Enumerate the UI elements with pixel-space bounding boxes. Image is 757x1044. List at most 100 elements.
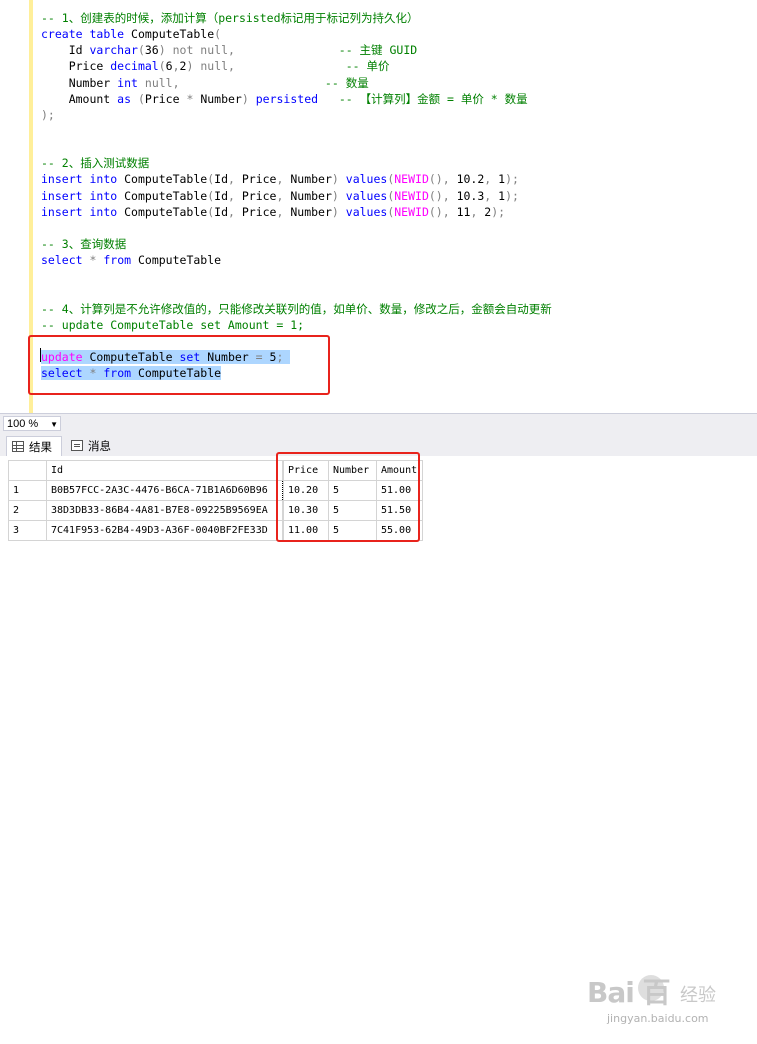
code-token: values — [345, 172, 388, 187]
code-token: -- 3、查询数据 — [41, 236, 127, 251]
code-token: ) — [241, 91, 249, 106]
code-token: table — [89, 27, 125, 42]
code-line[interactable]: insert into ComputeTable(Id, Price, Numb… — [41, 204, 552, 220]
code-line[interactable]: -- 3、查询数据 — [41, 236, 552, 252]
code-token: ); — [505, 172, 519, 187]
code-text: -- 2、插入测试数据 — [41, 156, 149, 170]
tab-results-label: 结果 — [29, 440, 52, 454]
query-editor[interactable]: -- 1、创建表的时候，添加计算（persisted标记用于标记列为持久化） cr… — [0, 0, 757, 413]
code-text: -- 3、查询数据 — [41, 237, 126, 251]
code-token: decimal — [110, 59, 159, 74]
code-token: Amount — [41, 91, 118, 106]
code-token: Price — [234, 172, 277, 187]
code-token: null, — [144, 75, 180, 90]
code-line[interactable]: Amount as (Price * Number) persisted -- … — [41, 91, 552, 107]
code-token: -- 单价 — [345, 59, 390, 74]
code-token: ); — [41, 107, 55, 122]
code-line[interactable]: -- 4、计算列是不允许修改值的，只能修改关联列的值，如单价、数量，修改之后，金… — [41, 301, 552, 317]
code-token: (), — [428, 172, 450, 187]
code-token: ) — [158, 43, 166, 58]
code-line[interactable]: Number int null, -- 数量 — [41, 75, 552, 91]
message-icon — [71, 440, 83, 451]
row-number[interactable]: 1 — [8, 480, 47, 501]
code-text: insert into ComputeTable(Id, Price, Numb… — [41, 172, 519, 186]
code-token: null, — [200, 59, 235, 74]
code-token: ( — [137, 43, 145, 58]
code-token: Number — [41, 75, 118, 90]
code-line[interactable] — [41, 139, 552, 155]
code-token: ) — [331, 172, 339, 187]
code-text: -- 4、计算列是不允许修改值的，只能修改关联列的值，如单价、数量，修改之后，金… — [41, 302, 552, 316]
row-number[interactable]: 3 — [8, 520, 47, 541]
code-token: ); — [491, 204, 506, 219]
code-token: Price — [144, 91, 187, 106]
code-token: varchar — [89, 43, 138, 58]
code-text: insert into ComputeTable(Id, Price, Numb… — [41, 189, 519, 203]
code-line[interactable]: -- 1、创建表的时候，添加计算（persisted标记用于标记列为持久化） — [41, 10, 552, 26]
code-token: Id — [214, 172, 228, 187]
code-line[interactable] — [41, 284, 552, 300]
code-line[interactable]: create table ComputeTable( — [41, 26, 552, 42]
code-token: Number — [193, 91, 242, 106]
code-line[interactable] — [41, 220, 552, 236]
code-token: values — [345, 204, 388, 219]
code-line[interactable]: select * from ComputeTable — [41, 252, 552, 268]
code-line[interactable]: insert into ComputeTable(Id, Price, Numb… — [41, 188, 552, 204]
row-number[interactable]: 2 — [8, 500, 47, 521]
watermark-subtitle: 经验 — [680, 985, 716, 1006]
code-token: -- 【计算列】金额 = 单价 * 数量 — [338, 91, 528, 106]
code-token: NEWID — [394, 172, 429, 187]
paw-icon — [638, 975, 664, 1001]
tab-messages[interactable]: 消息 — [66, 436, 120, 456]
code-token: not null, — [172, 43, 235, 58]
code-token: 6 — [165, 59, 173, 74]
code-token: int — [117, 75, 138, 90]
zoom-dropdown[interactable]: 100 % ▼ — [3, 416, 61, 431]
code-token: 10.2 — [449, 172, 485, 187]
code-line[interactable] — [41, 268, 552, 284]
tab-results[interactable]: 结果 — [6, 436, 62, 456]
code-token: Price — [234, 204, 277, 219]
code-line[interactable]: Id varchar(36) not null, -- 主键 GUID — [41, 42, 552, 58]
cell-id[interactable]: 38D3DB33-86B4-4A81-B7E8-09225B9569EA — [46, 500, 283, 521]
code-text: Price decimal(6,2) null, -- 单价 — [41, 59, 390, 73]
code-line[interactable]: ); — [41, 107, 552, 123]
code-line[interactable]: -- update ComputeTable set Amount = 1; — [41, 317, 552, 333]
code-token: -- update ComputeTable set Amount = 1; — [41, 317, 305, 332]
sql-code[interactable]: -- 1、创建表的时候，添加计算（persisted标记用于标记列为持久化） cr… — [41, 10, 552, 381]
code-token: values — [345, 188, 388, 203]
code-text: -- 1、创建表的时候，添加计算（persisted标记用于标记列为持久化） — [41, 11, 419, 25]
code-token: insert — [41, 172, 83, 187]
code-text: Id varchar(36) not null, -- 主键 GUID — [41, 43, 417, 57]
code-token: as — [117, 91, 132, 106]
code-token: ( — [158, 59, 166, 74]
code-token: , — [228, 188, 235, 203]
code-text: insert into ComputeTable(Id, Price, Numb… — [41, 205, 505, 219]
cell-id[interactable]: 7C41F953-62B4-49D3-A36F-0040BF2FE33D — [46, 520, 283, 541]
code-token: Number — [283, 204, 332, 219]
baidu-jingyan-watermark: Bai 百 经验 jingyan.baidu.com — [587, 971, 757, 1044]
chevron-down-icon: ▼ — [50, 420, 58, 429]
code-token: into — [89, 188, 118, 203]
code-line[interactable]: -- 2、插入测试数据 — [41, 155, 552, 171]
row-number-header[interactable] — [8, 460, 47, 481]
code-text: Amount as (Price * Number) persisted -- … — [41, 92, 528, 106]
column-header-id[interactable]: Id — [46, 460, 283, 481]
code-token: -- 数量 — [324, 75, 369, 90]
code-token: Id — [214, 204, 228, 219]
code-line[interactable]: insert into ComputeTable(Id, Price, Numb… — [41, 171, 552, 187]
code-token: , — [228, 204, 235, 219]
code-token: ComputeTable — [117, 204, 208, 219]
cell-id[interactable]: B0B57FCC-2A3C-4476-B6CA-71B1A6D60B96 — [46, 480, 283, 501]
code-token: ( — [137, 91, 145, 106]
code-text: -- update ComputeTable set Amount = 1; — [41, 318, 304, 332]
code-text: Number int null, -- 数量 — [41, 76, 369, 90]
code-line[interactable]: Price decimal(6,2) null, -- 单价 — [41, 58, 552, 74]
code-token: Number — [283, 188, 332, 203]
code-line[interactable] — [41, 123, 552, 139]
code-text: ); — [41, 108, 55, 122]
selection-highlight-frame — [28, 335, 330, 395]
